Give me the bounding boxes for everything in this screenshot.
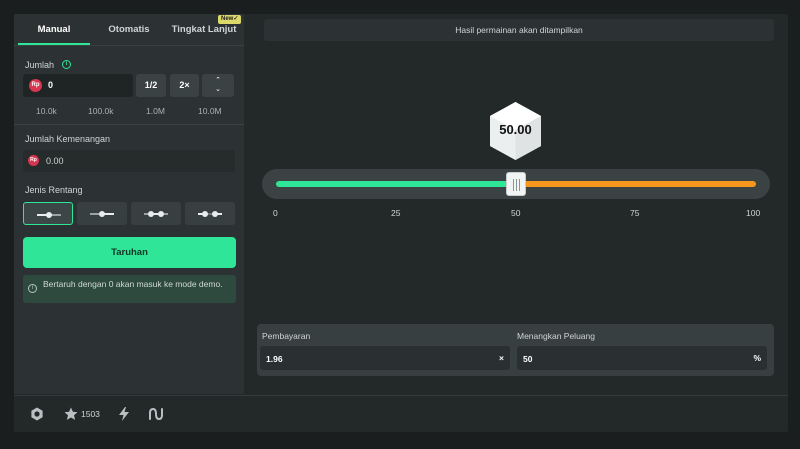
range-between-icon <box>144 211 168 217</box>
winnings-field: Rp 0.00 <box>23 150 235 172</box>
quick-amount-1m[interactable]: 1.0M <box>146 106 165 116</box>
payout-label: Pembayaran <box>262 331 311 341</box>
win-chance-label: Menangkan Peluang <box>517 331 595 341</box>
tab-manual[interactable]: Manual <box>14 14 94 46</box>
new-badge: New✓ <box>218 15 242 24</box>
star-count: 1503 <box>81 409 100 419</box>
demo-notice-text: Bertaruh dengan 0 akan masuk ke mode dem… <box>43 279 223 289</box>
rupiah-coin-icon: Rp <box>29 79 42 92</box>
multiplier-icon: × <box>499 353 504 363</box>
bet-panel: Manual Otomatis Tingkat Lanjut New✓ Juml… <box>14 14 244 394</box>
range-over-option[interactable] <box>77 202 127 225</box>
range-type-label: Jenis Rentang <box>25 185 83 195</box>
bet-button[interactable]: Taruhan <box>23 237 236 268</box>
double-button[interactable]: 2× <box>170 74 199 97</box>
info-icon: i <box>28 284 37 293</box>
range-between-option[interactable] <box>131 202 181 225</box>
range-outside-option[interactable] <box>185 202 235 225</box>
range-under-option[interactable] <box>23 202 73 225</box>
range-under-icon <box>37 212 61 218</box>
range-outside-icon <box>198 211 222 217</box>
slider-tick: 0 <box>273 208 278 218</box>
star-icon[interactable] <box>64 407 78 421</box>
quick-amount-10k[interactable]: 10.0k <box>36 106 57 116</box>
quick-amount-100k[interactable]: 100.0k <box>88 106 114 116</box>
payout-value[interactable]: 1.96 <box>266 354 283 364</box>
percent-icon: % <box>753 353 761 363</box>
winnings-value: 0.00 <box>46 156 64 166</box>
rupiah-coin-icon: Rp <box>28 155 39 166</box>
settings-icon[interactable] <box>30 407 44 421</box>
chevron-down-icon[interactable]: ⌄ <box>202 85 234 94</box>
slider-high-fill <box>516 181 756 187</box>
slider-tick: 25 <box>391 208 401 218</box>
range-over-icon <box>90 211 114 217</box>
amount-label: Jumlah <box>25 60 55 70</box>
tab-auto[interactable]: Otomatis <box>94 14 164 46</box>
amount-value[interactable]: 0 <box>48 80 53 90</box>
amount-input[interactable]: Rp 0 <box>23 74 133 97</box>
result-bar: Hasil permainan akan ditampilkan <box>264 19 774 41</box>
tabs-divider <box>14 45 244 46</box>
slider-tick: 50 <box>511 208 521 218</box>
dice-game-app: Manual Otomatis Tingkat Lanjut New✓ Juml… <box>14 14 788 432</box>
slider-thumb[interactable] <box>506 172 526 196</box>
bolt-icon[interactable] <box>118 407 130 421</box>
slider-tick: 100 <box>746 208 761 218</box>
payout-input[interactable]: 1.96 × <box>260 346 510 370</box>
demo-notice: i Bertaruh dengan 0 akan masuk ke mode d… <box>23 275 236 303</box>
slider-tick: 75 <box>630 208 640 218</box>
chevron-up-icon[interactable]: ⌃ <box>202 76 234 85</box>
quick-amount-10m[interactable]: 10.0M <box>198 106 222 116</box>
info-icon[interactable]: i <box>62 60 71 69</box>
footer-bar: 1503 <box>14 395 788 432</box>
winnings-label: Jumlah Kemenangan <box>25 134 111 144</box>
half-button[interactable]: 1/2 <box>136 74 166 97</box>
mode-tabs: Manual Otomatis Tingkat Lanjut New✓ <box>14 14 244 46</box>
amount-stepper[interactable]: ⌃ ⌄ <box>202 74 234 97</box>
win-chance-input[interactable]: 50 % <box>517 346 767 370</box>
win-chance-value[interactable]: 50 <box>523 354 532 364</box>
section-divider <box>14 124 244 125</box>
dice-result-value: 50.00 <box>499 122 532 137</box>
stats-icon[interactable] <box>148 407 164 421</box>
slider-low-fill <box>276 181 516 187</box>
